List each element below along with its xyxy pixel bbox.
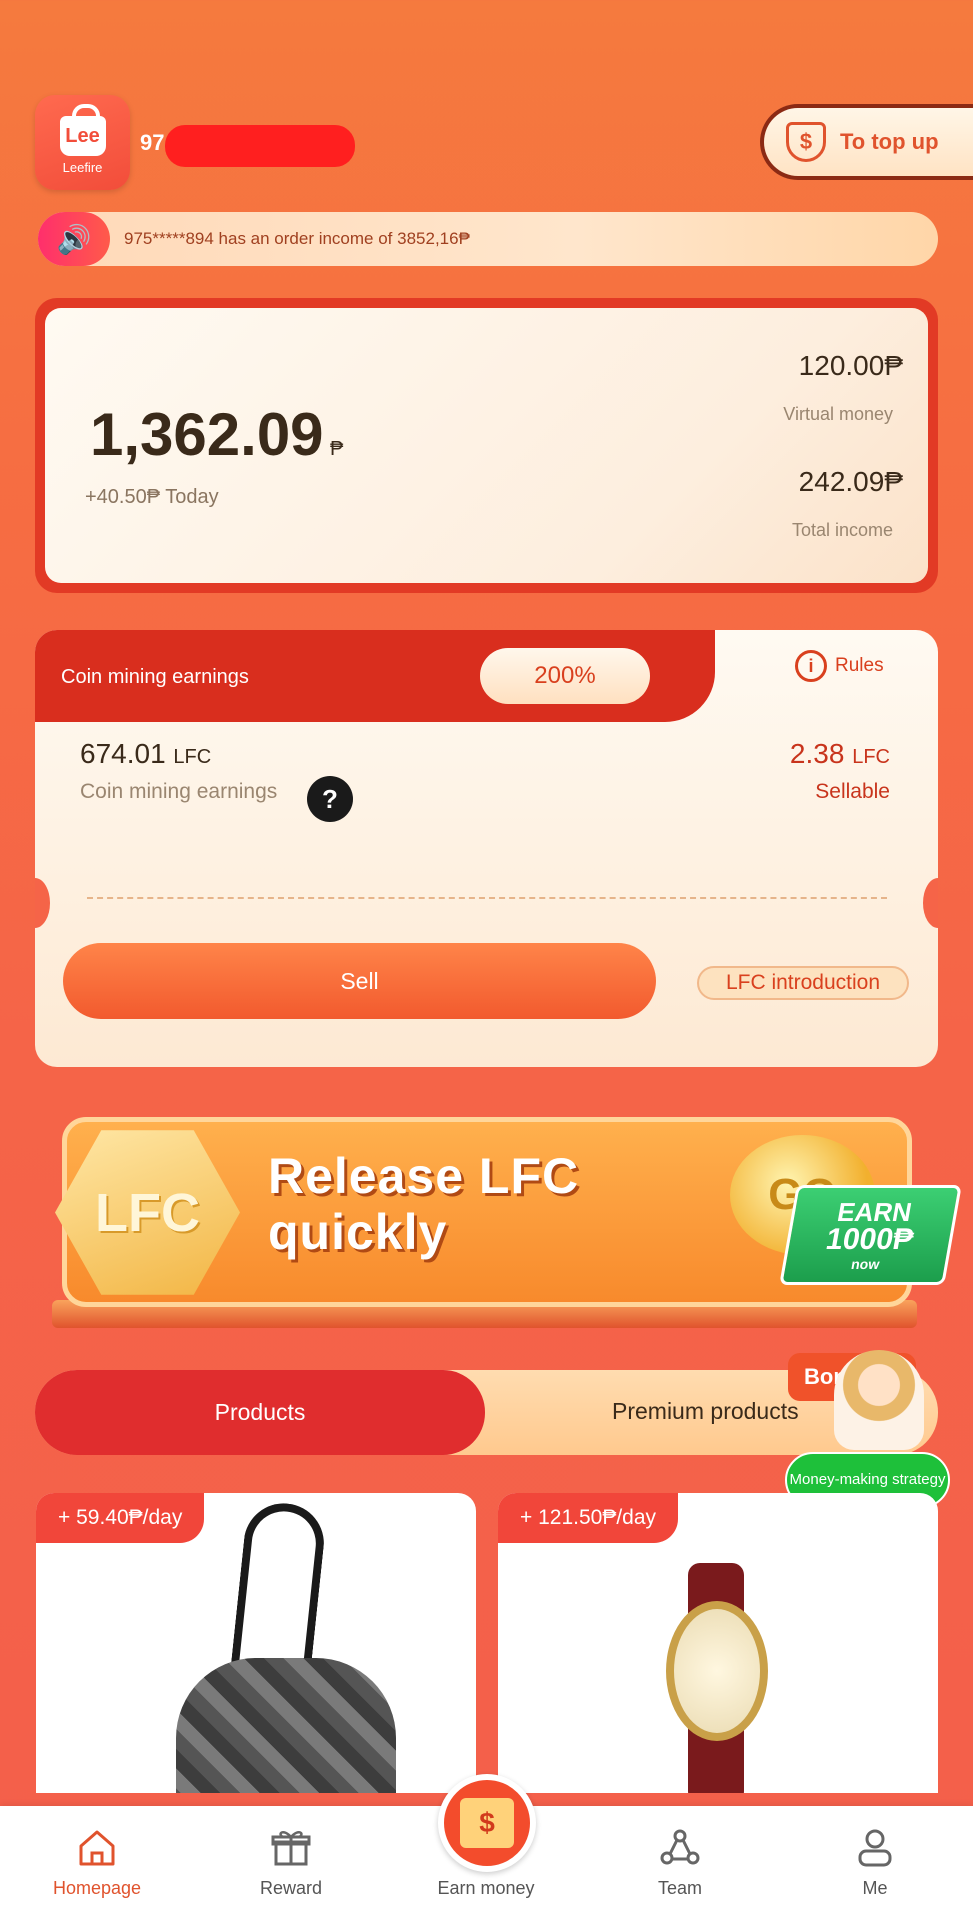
help-icon[interactable]: ? [307,776,353,822]
balance-currency: ₱ [330,438,344,460]
marquee-text: 975*****894 has an order income of 3852,… [124,229,470,248]
total-income-value: 242.09₱ [798,466,903,497]
banner-title: Release LFC quickly [268,1148,580,1260]
dashed-divider [87,897,887,899]
top-up-button[interactable]: $ To top up [760,104,973,180]
coin-mining-card: Coin mining earnings 200% i Rules 674.01… [35,630,938,1067]
shopping-bag-icon: Lee [59,104,106,156]
logo-subtitle: Leefire [62,160,103,175]
user-icon [858,1829,892,1867]
virtual-money-value: 120.00₱ [798,350,903,381]
nav-reward[interactable]: Reward [216,1826,366,1899]
team-icon [660,1829,700,1865]
shield-dollar-icon: $ [786,122,826,162]
lfc-introduction-button[interactable]: LFC introduction [697,966,909,1000]
assistant-avatar[interactable] [834,1350,924,1450]
app-logo: Lee Leefire [35,95,130,190]
product-card[interactable]: + 121.50₱/day [498,1493,938,1793]
earn-badge: EARN 1000₱ now [779,1185,962,1285]
rules-label: Rules [835,655,884,676]
virtual-money-label: Virtual money [783,404,893,424]
gift-icon [271,1831,311,1866]
ticket-notch-left [35,878,50,928]
ticket-notch-right [923,878,938,928]
speaker-icon: 🔊 [38,212,110,266]
handbag-body [176,1658,396,1793]
today-income: +40.50₱ Today [85,486,219,508]
tab-products[interactable]: Products [35,1370,485,1455]
product-card[interactable]: + 59.40₱/day [36,1493,476,1793]
total-income-label: Total income [791,520,893,540]
sellable-label: Sellable [815,780,890,803]
balance-amount: 1,362.09 [90,401,324,468]
username: 97 [140,130,165,155]
mining-earnings-label: Coin mining earnings [80,780,278,803]
sell-button[interactable]: Sell [63,943,656,1019]
nav-earn-money-label[interactable]: Earn money [416,1878,556,1899]
watch-face [666,1601,768,1741]
product-income-badge: + 59.40₱/day [36,1493,205,1543]
mining-percent-badge: 200% [480,648,650,704]
info-icon: i [795,650,827,682]
dollar-bag-icon: $ [460,1798,514,1848]
sellable-value: 2.38 LFC [789,738,890,769]
home-icon [79,1830,115,1866]
product-income-badge: + 121.50₱/day [498,1493,679,1543]
nav-team[interactable]: Team [605,1826,755,1899]
nav-me[interactable]: Me [800,1826,950,1899]
balance-card: 1,362.09 ₱ +40.50₱ Today 120.00₱ Virtual… [35,298,938,593]
top-up-label: To top up [840,129,939,154]
announcement-marquee: 🔊 975*****894 has an order income of 385… [38,212,938,266]
mining-earnings-value: 674.01 LFC [80,738,212,769]
nav-homepage[interactable]: Homepage [22,1826,172,1899]
tab-premium-products[interactable]: Premium products [612,1398,799,1425]
rules-link[interactable]: i Rules [795,650,884,682]
redaction-mark [165,125,355,167]
mining-title: Coin mining earnings [61,666,249,688]
earn-money-button[interactable]: $ [438,1774,536,1872]
